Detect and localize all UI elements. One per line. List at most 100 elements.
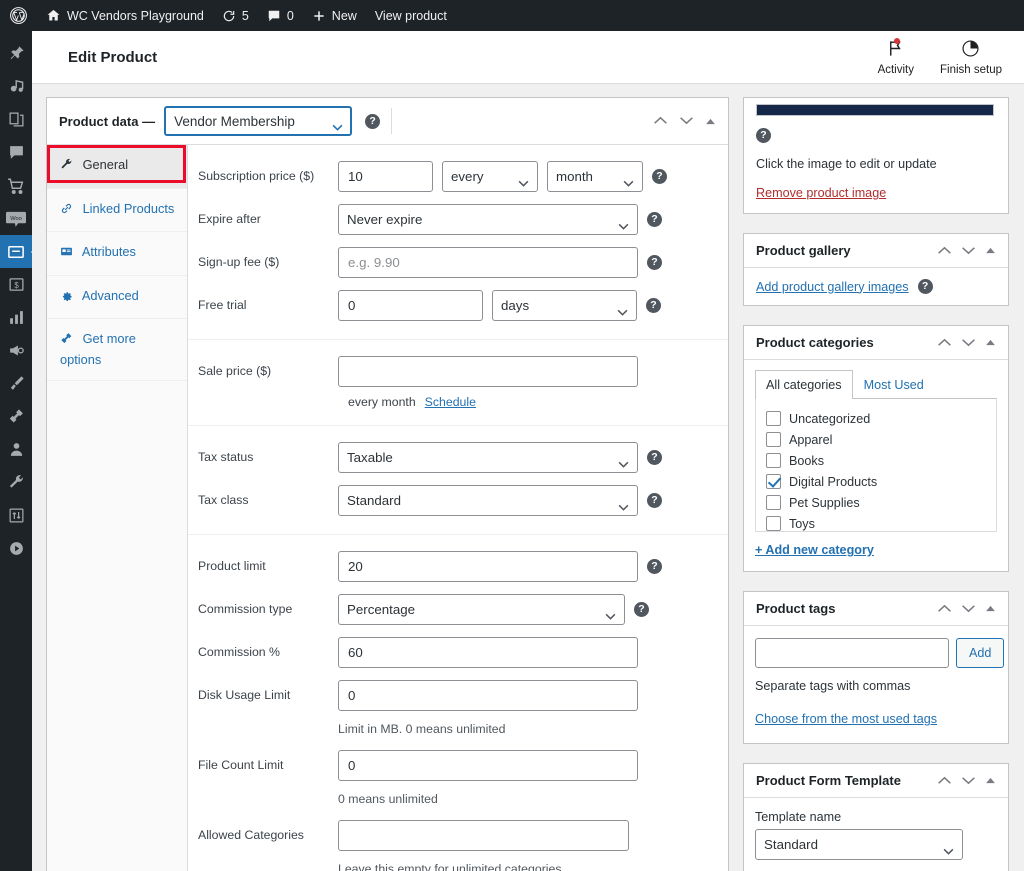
chevron-down-icon[interactable]: [961, 338, 976, 347]
remove-product-image-link[interactable]: Remove product image: [756, 186, 886, 200]
help-icon[interactable]: ?: [652, 169, 667, 184]
disk-usage-input[interactable]: [338, 680, 638, 711]
category-checkbox[interactable]: [766, 495, 781, 510]
tab-attributes[interactable]: Attributes: [47, 232, 187, 276]
plug-icon: [60, 332, 73, 351]
sidebar-item-woo[interactable]: Woo: [0, 202, 32, 235]
commission-type-select[interactable]: Percentage: [338, 594, 625, 625]
most-used-tags-link[interactable]: Choose from the most used tags: [755, 712, 937, 726]
tab-linked-products[interactable]: Linked Products: [47, 189, 187, 233]
view-product-button[interactable]: View product: [366, 0, 456, 31]
category-checkbox[interactable]: [766, 516, 781, 531]
sidebar-item-settings[interactable]: [0, 499, 32, 532]
sidebar-item-marketing[interactable]: [0, 334, 32, 367]
product-image-thumbnail[interactable]: [756, 104, 994, 116]
help-icon[interactable]: ?: [647, 450, 662, 465]
help-icon[interactable]: ?: [647, 255, 662, 270]
list-item[interactable]: Pet Supplies: [766, 492, 986, 513]
list-item[interactable]: Toys: [766, 513, 986, 531]
tax-class-select[interactable]: Standard: [338, 485, 638, 516]
triangle-up-icon[interactable]: [985, 247, 996, 254]
signup-fee-input[interactable]: [338, 247, 638, 278]
list-item[interactable]: Uncategorized: [766, 408, 986, 429]
chevron-down-icon[interactable]: [961, 246, 976, 255]
chevron-down-icon[interactable]: [679, 112, 694, 130]
subscription-interval-select[interactable]: every: [442, 161, 538, 192]
product-image-panel: ? Click the image to edit or update Remo…: [743, 97, 1009, 214]
subscription-period-select[interactable]: month: [547, 161, 643, 192]
sidebar-item-media-player[interactable]: [0, 532, 32, 565]
tax-status-select[interactable]: Taxable: [338, 442, 638, 473]
allowed-categories-input[interactable]: [338, 820, 629, 851]
category-checkbox-list[interactable]: Uncategorized Apparel Books Digital Prod…: [755, 399, 997, 532]
sidebar-item-payments[interactable]: $: [0, 268, 32, 301]
file-count-input[interactable]: [338, 750, 638, 781]
help-icon[interactable]: ?: [365, 113, 381, 129]
category-label: Toys: [789, 516, 815, 531]
sidebar-item-users[interactable]: [0, 433, 32, 466]
chevron-up-icon[interactable]: [937, 604, 952, 613]
new-content-button[interactable]: New: [303, 0, 366, 31]
tab-all-categories[interactable]: All categories: [755, 370, 853, 399]
updates-button[interactable]: 5: [213, 0, 258, 31]
help-icon[interactable]: ?: [647, 493, 662, 508]
triangle-up-icon[interactable]: [705, 112, 716, 130]
sidebar-item-comments[interactable]: [0, 136, 32, 169]
tab-get-more-options[interactable]: Get more options: [47, 319, 187, 382]
commission-percent-input[interactable]: [338, 637, 638, 668]
help-icon[interactable]: ?: [634, 602, 649, 617]
chevron-up-icon[interactable]: [653, 112, 668, 130]
free-trial-input[interactable]: [338, 290, 483, 321]
chevron-up-icon[interactable]: [937, 776, 952, 785]
help-icon[interactable]: ?: [756, 127, 771, 143]
add-new-category-link[interactable]: + Add new category: [755, 543, 874, 557]
sidebar-item-media[interactable]: [0, 70, 32, 103]
sidebar-item-analytics[interactable]: [0, 301, 32, 334]
subscription-price-input[interactable]: [338, 161, 433, 192]
sidebar-item-tools[interactable]: [0, 466, 32, 499]
finish-setup-button[interactable]: Finish setup: [940, 39, 1002, 76]
triangle-up-icon[interactable]: [985, 605, 996, 612]
list-item[interactable]: Apparel: [766, 429, 986, 450]
tab-advanced[interactable]: Advanced: [47, 276, 187, 320]
template-name-select[interactable]: Standard: [755, 829, 963, 860]
category-checkbox[interactable]: [766, 474, 781, 489]
list-item[interactable]: Books: [766, 450, 986, 471]
free-trial-unit-select[interactable]: days: [492, 290, 637, 321]
category-checkbox[interactable]: [766, 432, 781, 447]
tag-input[interactable]: [755, 638, 949, 668]
sale-price-input[interactable]: [338, 356, 638, 387]
site-name-button[interactable]: WC Vendors Playground: [37, 0, 213, 31]
chevron-up-icon[interactable]: [937, 246, 952, 255]
tab-most-used[interactable]: Most Used: [853, 370, 935, 399]
product-limit-input[interactable]: [338, 551, 638, 582]
help-icon[interactable]: ?: [647, 212, 662, 227]
chevron-down-icon[interactable]: [961, 604, 976, 613]
sidebar-item-plugins[interactable]: [0, 400, 32, 433]
category-checkbox[interactable]: [766, 453, 781, 468]
sidebar-item-products[interactable]: [0, 235, 39, 268]
wordpress-logo-button[interactable]: [0, 0, 37, 31]
sidebar-item-appearance[interactable]: [0, 367, 32, 400]
expire-after-wrapper: Never expire: [338, 204, 638, 235]
activity-button[interactable]: Activity: [878, 37, 914, 76]
expire-after-select[interactable]: Never expire: [338, 204, 638, 235]
product-type-select[interactable]: Vendor Membership: [164, 106, 353, 136]
sidebar-item-woocommerce[interactable]: [0, 169, 32, 202]
list-item[interactable]: Digital Products: [766, 471, 986, 492]
triangle-up-icon[interactable]: [985, 339, 996, 346]
sidebar-item-posts[interactable]: [0, 37, 32, 70]
tab-general[interactable]: General: [47, 145, 187, 189]
comments-button[interactable]: 0: [258, 0, 303, 31]
add-product-gallery-images-link[interactable]: Add product gallery images: [756, 280, 909, 294]
sidebar-item-pages[interactable]: [0, 103, 32, 136]
help-icon[interactable]: ?: [646, 298, 661, 313]
add-tag-button[interactable]: Add: [956, 638, 1005, 668]
help-icon[interactable]: ?: [917, 279, 933, 294]
category-checkbox[interactable]: [766, 411, 781, 426]
chevron-up-icon[interactable]: [937, 338, 952, 347]
chevron-down-icon[interactable]: [961, 776, 976, 785]
help-icon[interactable]: ?: [647, 559, 662, 574]
sale-price-schedule-link[interactable]: Schedule: [425, 395, 476, 409]
triangle-up-icon[interactable]: [985, 777, 996, 784]
